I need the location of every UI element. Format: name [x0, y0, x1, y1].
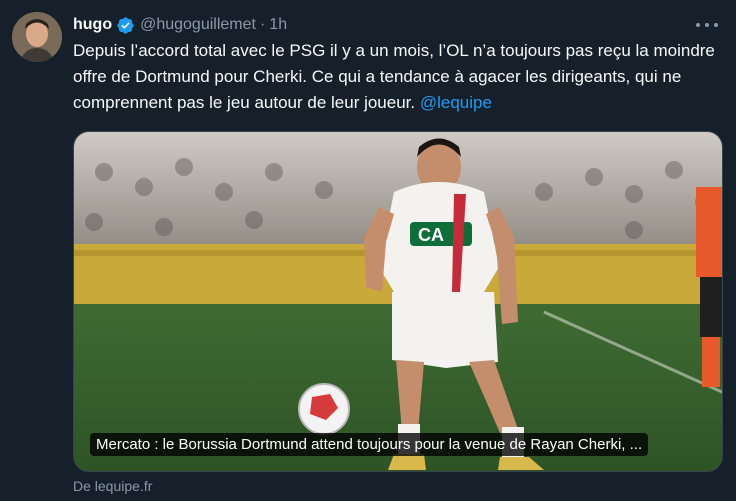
separator-dot: · [259, 16, 266, 33]
article-image: CA [74, 132, 722, 471]
author-name[interactable]: hugo [73, 16, 112, 34]
tweet-text: Depuis l’accord total avec le PSG il y a… [73, 38, 723, 116]
author-avatar[interactable] [12, 12, 62, 62]
mention-link[interactable]: @lequipe [420, 93, 492, 112]
verified-badge-icon [117, 16, 134, 34]
link-card[interactable]: CA Mercato : le Borussia Dortmund attend… [73, 131, 723, 472]
tweet-timestamp[interactable]: 1h [269, 16, 287, 34]
more-options-icon[interactable] [696, 16, 718, 34]
jersey-logo: CA [418, 225, 444, 245]
author-handle[interactable]: @hugoguillemet [140, 16, 256, 34]
card-caption: Mercato : le Borussia Dortmund attend to… [90, 433, 649, 456]
tweet-header: hugo @hugoguillemet · 1h [73, 14, 716, 36]
tweet-body: Depuis l’accord total avec le PSG il y a… [73, 41, 715, 112]
card-source[interactable]: De lequipe.fr [73, 478, 152, 494]
